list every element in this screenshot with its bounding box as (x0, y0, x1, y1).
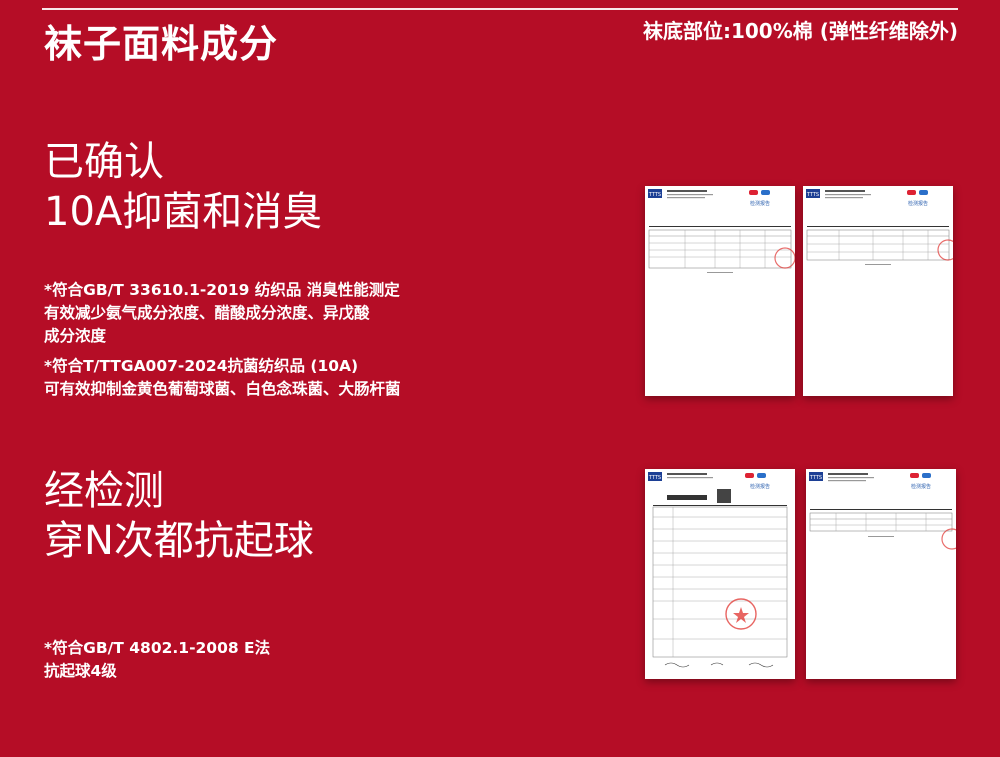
report-graphic: TTTS 检测报告 (648, 472, 788, 668)
section2-note-pilling: *符合GB/T 4802.1-2008 E法 抗起球4级 (44, 637, 464, 683)
test-report-image-4: TTTS 检测报告 (806, 469, 956, 679)
qr-code (717, 489, 731, 503)
note-line: 抗起球4级 (44, 662, 117, 680)
report-title: 检测报告 (750, 200, 770, 207)
signature (710, 662, 724, 666)
logo-text: TTTS (648, 475, 661, 481)
report-title: 检测报告 (911, 483, 931, 490)
note-line: *符合GB/T 4802.1-2008 E法 (44, 639, 271, 657)
report-title: 检测报告 (908, 200, 928, 207)
top-divider-line (42, 8, 958, 10)
signature (748, 662, 774, 668)
logo-text: TTTS (806, 192, 819, 198)
section2-headline-line1: 经检测 (44, 468, 164, 514)
signature (664, 662, 690, 668)
test-report-image-1: TTTS 检测报告 (645, 186, 795, 396)
report-graphic: TTTS 检测报告 (648, 189, 795, 273)
test-report-image-2: TTTS 检测报告 (803, 186, 953, 396)
barcode (667, 495, 707, 500)
section1-note-antibacterial: *符合T/TTGA007-2024抗菌纺织品 (10A) 可有效抑制金黄色葡萄球… (44, 355, 464, 401)
seal-stamp (774, 247, 795, 269)
section1-headline-line2: 10A抑菌和消臭 (44, 189, 323, 235)
logo-text: TTTS (809, 475, 822, 481)
report-graphic: TTTS 检测报告 (806, 189, 953, 265)
section1-headline-line1: 已确认 (44, 139, 164, 185)
seal-stamp (941, 528, 956, 550)
report-title: 检测报告 (750, 483, 770, 490)
note-line: 有效减少氨气成分浓度、醋酸成分浓度、异戊酸 (44, 304, 370, 322)
logo-text: TTTS (648, 192, 661, 198)
report-graphic: TTTS 检测报告 (809, 472, 956, 550)
page-title: 袜子面料成分 (44, 22, 279, 66)
note-line: 成分浓度 (44, 327, 107, 345)
note-line: *符合GB/T 33610.1-2019 纺织品 消臭性能测定 (44, 281, 400, 299)
section1-note-deodorant: *符合GB/T 33610.1-2019 纺织品 消臭性能测定 有效减少氨气成分… (44, 279, 464, 348)
note-line: *符合T/TTGA007-2024抗菌纺织品 (10A) (44, 357, 359, 375)
fabric-composition-text: 袜底部位:100%棉 (弹性纤维除外) (642, 19, 958, 43)
seal-stamp (937, 239, 953, 261)
test-report-image-3: TTTS 检测报告 (645, 469, 795, 679)
section2-headline-line2: 穿N次都抗起球 (44, 518, 314, 564)
note-line: 可有效抑制金黄色葡萄球菌、白色念珠菌、大肠杆菌 (44, 380, 401, 398)
